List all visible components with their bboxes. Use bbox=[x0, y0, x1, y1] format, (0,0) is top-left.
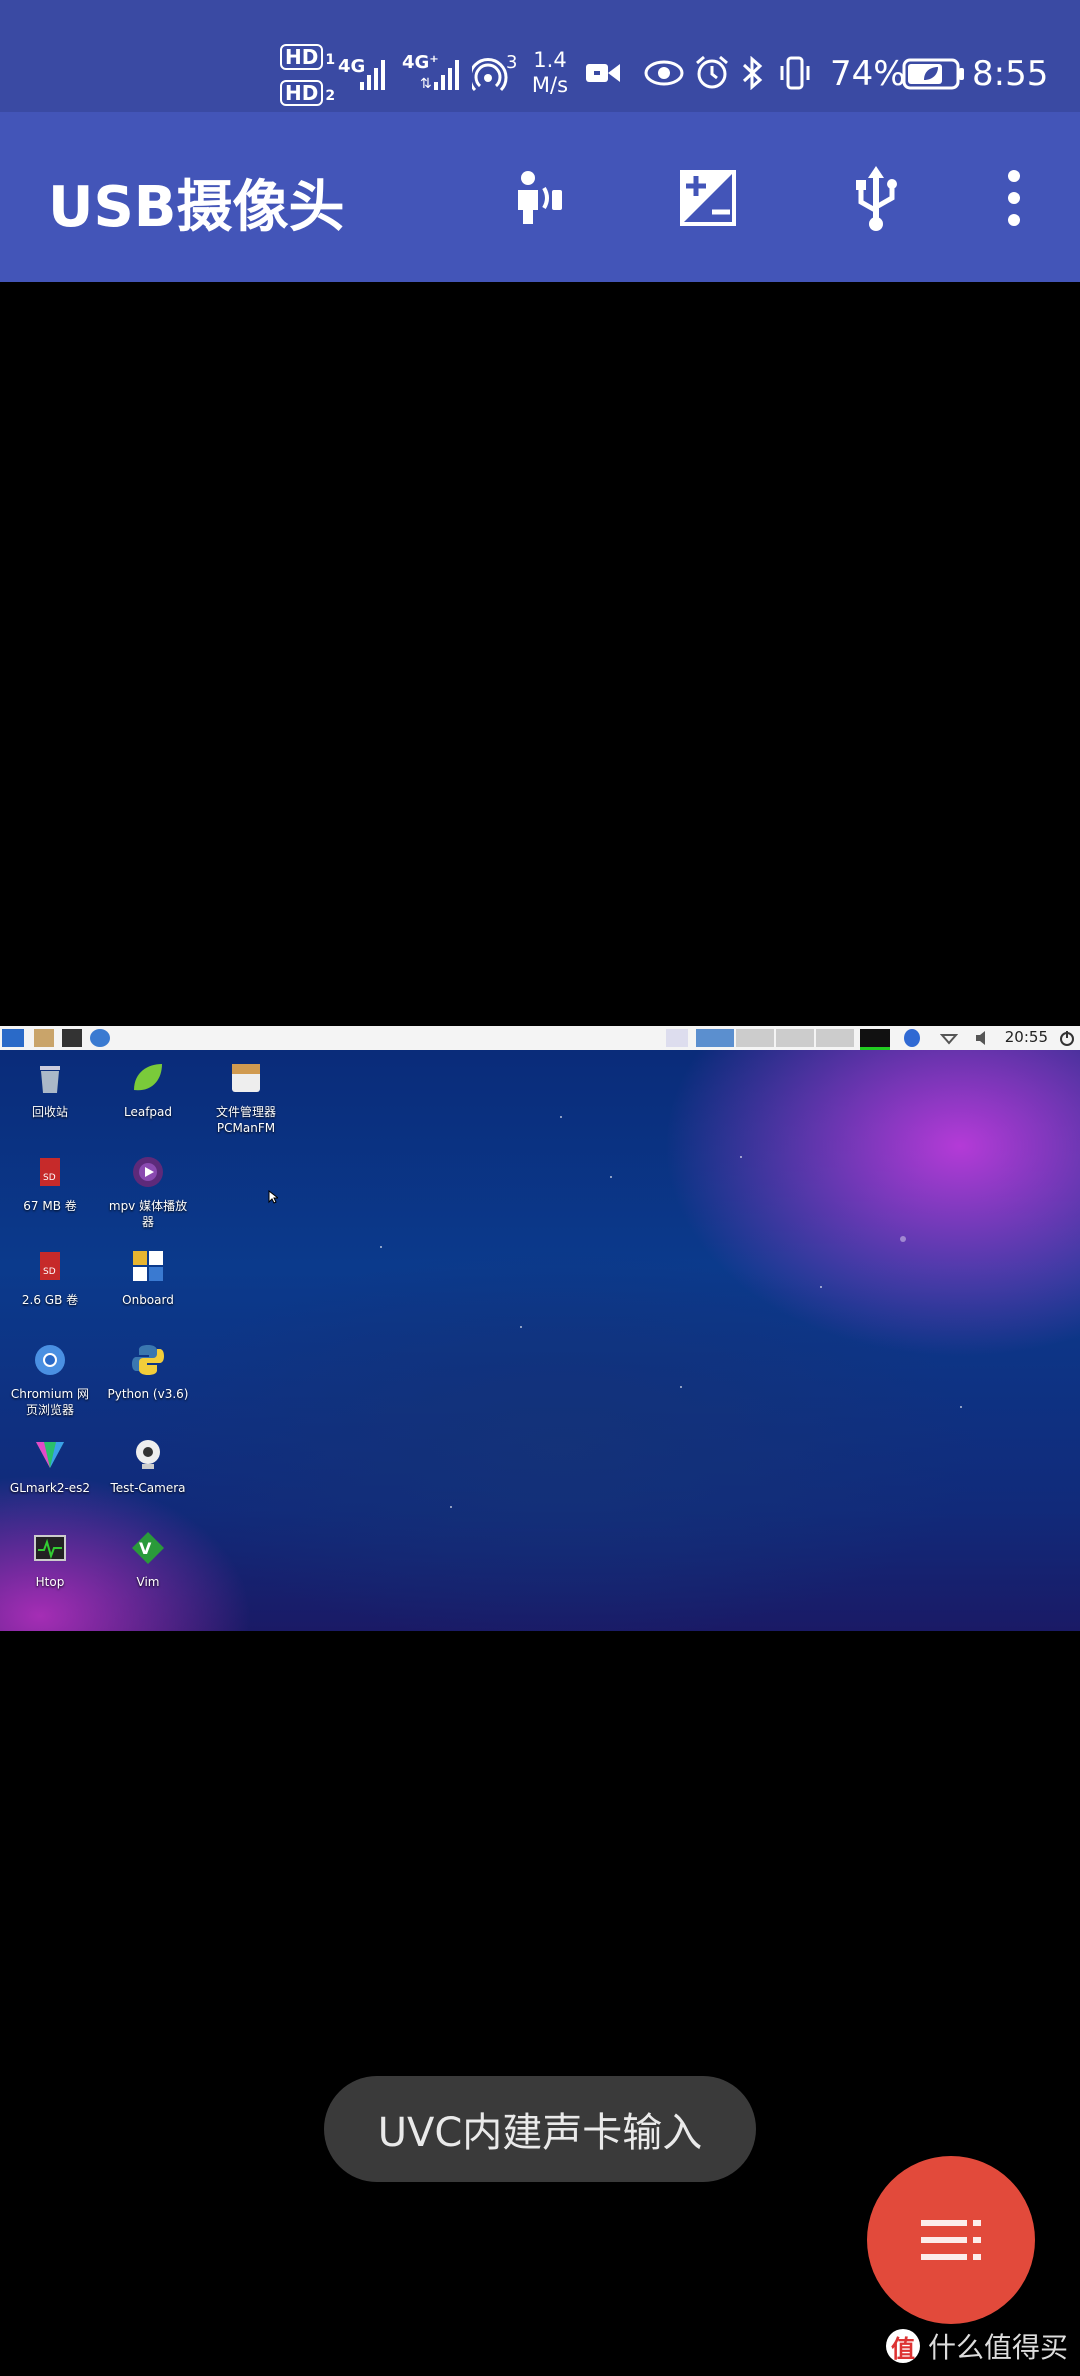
browser-launcher-icon[interactable] bbox=[90, 1029, 110, 1047]
network-speed: 1.4 M/s bbox=[531, 48, 569, 97]
sd-card-icon: SD bbox=[40, 1252, 60, 1280]
svg-text:SD: SD bbox=[43, 1173, 56, 1183]
battery-percent: 74% bbox=[830, 54, 906, 94]
desktop-icon-vim[interactable]: V Vim bbox=[100, 1530, 196, 1590]
menu-fab-button[interactable] bbox=[867, 2156, 1035, 2324]
svg-text:V: V bbox=[139, 1539, 152, 1558]
voice-assist-icon[interactable] bbox=[498, 158, 578, 238]
workspace-4[interactable] bbox=[816, 1029, 854, 1047]
exposure-icon[interactable] bbox=[668, 158, 748, 238]
svg-text:⇅: ⇅ bbox=[420, 76, 432, 90]
watermark-text: 什么值得买 bbox=[927, 2331, 1068, 2364]
mouse-cursor-icon bbox=[268, 1190, 278, 1204]
desktop-icon-trash[interactable]: 回收站 bbox=[2, 1060, 98, 1120]
bluetooth-tray-icon[interactable] bbox=[904, 1029, 920, 1047]
signal-1-icon bbox=[360, 60, 385, 90]
cpu-monitor bbox=[860, 1029, 890, 1050]
network-tray-icon[interactable] bbox=[939, 1029, 959, 1047]
toast-message: UVC内建声卡输入 bbox=[324, 2076, 756, 2182]
desktop-icon-htop[interactable]: Htop bbox=[2, 1530, 98, 1590]
more-vert-icon[interactable] bbox=[974, 158, 1054, 238]
desktop-icon-2-6gb-volume[interactable]: SD 2.6 GB 卷 bbox=[2, 1248, 98, 1308]
mpv-icon bbox=[133, 1157, 163, 1187]
vim-icon: V bbox=[132, 1532, 164, 1564]
desktop-taskbar: 20:55 bbox=[0, 1026, 1080, 1050]
watermark: 值 什么值得买 bbox=[885, 2326, 1068, 2366]
python-icon bbox=[132, 1345, 164, 1375]
workspace-2[interactable] bbox=[736, 1029, 774, 1047]
hd1-indicator: HD 1 bbox=[280, 44, 335, 70]
svg-text:SD: SD bbox=[43, 1267, 56, 1277]
file-manager-icon bbox=[232, 1064, 260, 1092]
desktop-icon-mpv[interactable]: mpv 媒体播放 器 bbox=[100, 1154, 196, 1230]
bluetooth-icon bbox=[742, 56, 763, 90]
desktop-icon-test-camera[interactable]: Test-Camera bbox=[100, 1436, 196, 1496]
workspace-1[interactable] bbox=[696, 1029, 734, 1047]
desktop-icon-python[interactable]: Python (v3.6) bbox=[100, 1342, 196, 1402]
app-title: USB摄像头 bbox=[48, 175, 345, 240]
watermark-logo: 值 bbox=[885, 2329, 920, 2363]
hd2-indicator: HD 2 bbox=[280, 80, 335, 106]
htop-icon bbox=[34, 1535, 66, 1561]
camera-icon bbox=[136, 1440, 160, 1469]
alarm-icon bbox=[696, 55, 728, 89]
power-icon[interactable] bbox=[1058, 1029, 1076, 1047]
show-desktop-icon[interactable] bbox=[666, 1029, 688, 1047]
onboard-icon bbox=[133, 1251, 163, 1281]
desktop-icon-leafpad[interactable]: Leafpad bbox=[100, 1060, 196, 1120]
video-call-icon bbox=[586, 64, 620, 82]
vibrate-icon bbox=[780, 56, 810, 90]
eye-comfort-icon bbox=[644, 60, 684, 86]
desktop-icon-67mb-volume[interactable]: SD 67 MB 卷 bbox=[2, 1154, 98, 1214]
desktop-icon-chromium[interactable]: Chromium 网 页浏览器 bbox=[2, 1342, 98, 1418]
desktop-icon-glmark[interactable]: GLmark2-es2 bbox=[2, 1436, 98, 1496]
hotspot-count: 3 bbox=[506, 52, 518, 73]
start-menu-icon[interactable] bbox=[2, 1029, 24, 1047]
usb-icon[interactable] bbox=[836, 158, 916, 238]
terminal-launcher-icon[interactable] bbox=[62, 1029, 82, 1047]
clock: 8:55 bbox=[972, 54, 1049, 94]
chromium-icon bbox=[35, 1345, 65, 1375]
desktop-icon-onboard[interactable]: Onboard bbox=[100, 1248, 196, 1308]
taskbar-clock: 20:55 bbox=[1004, 1028, 1048, 1046]
leafpad-icon bbox=[134, 1064, 162, 1091]
signal-2-icon: ⇅ bbox=[420, 60, 459, 90]
desktop-icon-file-manager[interactable]: 文件管理器 PCManFM bbox=[198, 1060, 294, 1136]
trash-icon bbox=[40, 1066, 60, 1093]
sd-card-icon: SD bbox=[40, 1158, 60, 1186]
app-bar: USB摄像头 bbox=[0, 112, 1080, 282]
file-manager-launcher-icon[interactable] bbox=[34, 1029, 54, 1047]
volume-tray-icon[interactable] bbox=[974, 1029, 992, 1047]
camera-preview: 20:55 回收站 Leafpad 文件管理器 PCManFM SD 67 MB… bbox=[0, 1026, 1080, 1631]
workspace-3[interactable] bbox=[776, 1029, 814, 1047]
battery-icon bbox=[902, 58, 964, 90]
glmark-icon bbox=[36, 1442, 64, 1468]
status-bar: HD 1 HD 2 4G 4G⁺ ⇅ 3 1.4 M/s 74% 8:55 bbox=[0, 0, 1080, 112]
list-menu-icon bbox=[921, 2220, 981, 2260]
